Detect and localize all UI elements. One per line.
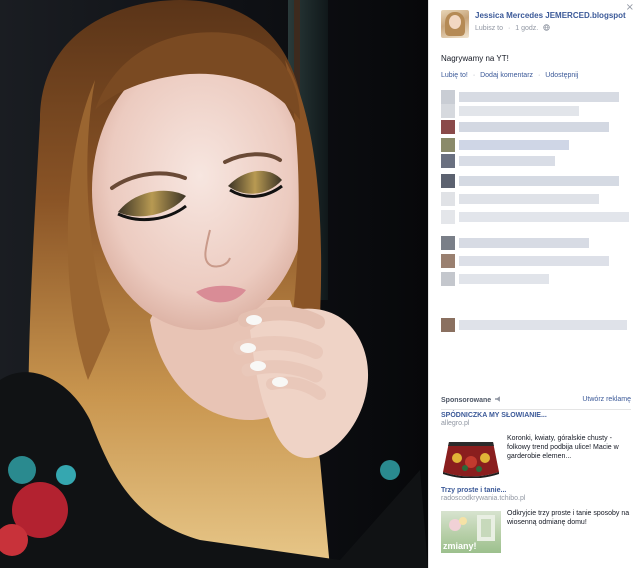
ad-image-skirt[interactable] [441,436,501,478]
sponsored-info-icon[interactable] [495,396,502,404]
comment-row-blurred [441,272,631,288]
sponsored-ad[interactable]: Trzy proste i tanie... radoscodkrywania.… [441,487,631,553]
comment-row-blurred [441,254,631,270]
post-actions: Lubię to! · Dodaj komentarz · Udostępnij [441,72,578,79]
like-link[interactable]: Lubię to! [441,72,468,79]
sponsored-label: Sponsorowane [441,396,502,404]
ad-title-link[interactable]: Trzy proste i tanie... [441,487,631,494]
comment-row-blurred [441,120,631,136]
comment-row-blurred [441,210,631,226]
comment-row-blurred [441,104,631,120]
share-link[interactable]: Udostępnij [545,72,578,79]
comment-row-blurred [441,318,631,334]
comment-row-blurred [441,154,631,170]
sponsored-header: Sponsorowane Utwórz reklamę [441,396,631,408]
author-name-link[interactable]: Jessica Mercedes JEMERCED.blogspot [475,11,626,20]
post-details-panel: × Jessica Mercedes JEMERCED.blogspot Lub… [428,0,640,568]
ad-domain: radoscodkrywania.tchibo.pl [441,495,526,502]
sponsored-ad[interactable]: SPÓDNICZKA MY SŁOWIANIE... allegro.pl Ko… [441,412,631,478]
comment-row-blurred [441,174,631,190]
comment-row-blurred [441,192,631,208]
ad-image-caption: zmiany! [443,541,477,551]
action-separator: · [472,72,476,79]
globe-icon [543,24,550,32]
ad-image-home[interactable]: zmiany! [441,511,501,553]
ad-title-link[interactable]: SPÓDNICZKA MY SŁOWIANIE... [441,412,631,419]
comment-row-blurred [441,236,631,252]
post-time[interactable]: 1 godz. [515,25,538,32]
like-page-status[interactable]: Lubisz to [475,25,503,32]
action-separator: · [537,72,541,79]
sponsored-divider [441,409,631,410]
author-avatar[interactable] [441,10,469,38]
comment-link[interactable]: Dodaj komentarz [480,72,533,79]
ad-description: Koronki, kwiaty, góralskie chusty - folk… [507,435,619,460]
post-photo[interactable] [0,0,428,568]
sponsored-label-text: Sponsorowane [441,397,492,404]
create-ad-link[interactable]: Utwórz reklamę [582,396,631,403]
ad-domain: allegro.pl [441,420,470,427]
post-header: Jessica Mercedes JEMERCED.blogspot Lubis… [441,10,631,42]
meta-separator: · [507,25,511,32]
comments-list-blurred [441,84,631,342]
post-meta: Lubisz to · 1 godz. [475,24,553,32]
post-text: Nagrywamy na YT! [441,54,509,63]
ad-description: Odkryjcie trzy proste i tanie sposoby na… [507,510,630,526]
comment-row-blurred [441,138,631,154]
photo-illustration [0,0,428,568]
